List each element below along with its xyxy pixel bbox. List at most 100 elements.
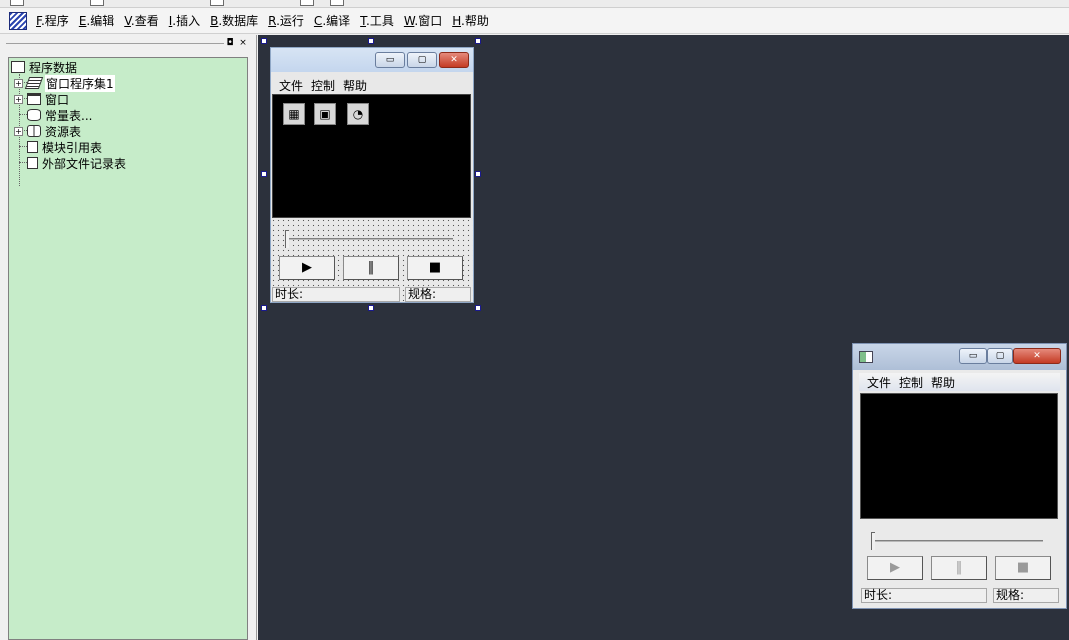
menu-label: .编译 <box>322 13 351 28</box>
player-video-area[interactable] <box>860 393 1058 519</box>
seek-slider-thumb[interactable] <box>285 230 289 248</box>
resize-handle[interactable] <box>261 305 267 311</box>
player-menu-control[interactable]: 控制 <box>895 374 927 391</box>
project-panel: ◘ × 程序数据 + 窗口程序集1 + 窗口 常量表... + 资源表 模块引用… <box>0 35 257 640</box>
tree-item-constants[interactable]: 常量表... <box>27 107 92 123</box>
tree-root[interactable]: 程序数据 <box>11 59 77 75</box>
player-window[interactable]: ▭ ▢ ✕ 文件 控制 帮助 ▶ ‖ ■ 时长: 规格: <box>852 343 1067 609</box>
player-spec-label: 规格: <box>993 588 1059 603</box>
ide-window: F.程序 E.编辑 V.查看 I.插入 B.数据库 R.运行 C.编译 T.工具… <box>0 0 1069 640</box>
resize-handle[interactable] <box>261 171 267 177</box>
close-icon[interactable]: ✕ <box>439 52 469 68</box>
toolbar-icon[interactable] <box>330 0 344 6</box>
minimize-icon[interactable]: ▭ <box>375 52 405 68</box>
menu-window[interactable]: W.窗口 <box>399 8 447 34</box>
resize-handle[interactable] <box>261 38 267 44</box>
minimize-icon[interactable]: ▭ <box>959 348 987 364</box>
tree-item-label: 窗口 <box>45 92 70 107</box>
maximize-icon[interactable]: ▢ <box>407 52 437 68</box>
form-menu-file[interactable]: 文件 <box>275 77 307 94</box>
tree-item-modules[interactable]: 模块引用表 <box>27 139 102 155</box>
menu-label: .插入 <box>172 13 201 28</box>
file-icon <box>27 157 38 169</box>
menu-view[interactable]: V.查看 <box>119 8 164 34</box>
resize-handle[interactable] <box>475 305 481 311</box>
player-play-button[interactable]: ▶ <box>867 556 923 580</box>
tree-item-label: 模块引用表 <box>42 140 103 155</box>
toolbar-icon[interactable] <box>90 0 104 6</box>
form-menu-help[interactable]: 帮助 <box>339 77 371 94</box>
expand-icon[interactable]: + <box>14 94 23 104</box>
tree-item-label: 外部文件记录表 <box>42 156 127 171</box>
play-button[interactable]: ▶ <box>279 256 335 280</box>
player-duration-label: 时长: <box>861 588 987 603</box>
calendar-component-icon[interactable]: ▦ <box>283 103 305 125</box>
tree-item-external-files[interactable]: 外部文件记录表 <box>27 155 126 171</box>
menu-tools[interactable]: T.工具 <box>355 8 399 34</box>
tree-item-window[interactable]: + 窗口 <box>14 91 69 107</box>
tree-item-window-set[interactable]: + 窗口程序集1 <box>14 74 115 92</box>
menu-label: .工具 <box>366 13 394 28</box>
player-seek-thumb[interactable] <box>871 532 875 550</box>
toolbar-icon[interactable] <box>300 0 314 6</box>
menu-key: R <box>268 13 277 28</box>
menubar: F.程序 E.编辑 V.查看 I.插入 B.数据库 R.运行 C.编译 T.工具… <box>0 8 1069 34</box>
tree-root-label: 程序数据 <box>29 60 78 75</box>
video-area[interactable]: ▦ ▣ ◔ <box>272 94 471 218</box>
pin-icon[interactable]: ◘ <box>225 38 235 48</box>
menu-edit[interactable]: E.编辑 <box>74 8 119 34</box>
app-window-icon <box>859 351 873 363</box>
resize-handle[interactable] <box>368 305 374 311</box>
resize-handle[interactable] <box>368 38 374 44</box>
menu-compile[interactable]: C.编译 <box>309 8 355 34</box>
app-logo-icon <box>9 11 27 30</box>
player-menu-help[interactable]: 帮助 <box>927 374 959 391</box>
form-menu-control[interactable]: 控制 <box>307 77 339 94</box>
menu-key: W <box>403 13 415 28</box>
tree-item-resources[interactable]: + 资源表 <box>14 123 81 139</box>
panel-grip[interactable] <box>6 43 224 44</box>
menu-label: .编辑 <box>86 13 115 28</box>
tree-item-label: 窗口程序集1 <box>45 74 115 92</box>
menu-label: .窗口 <box>414 13 443 28</box>
maximize-icon[interactable]: ▢ <box>987 348 1013 364</box>
window-icon <box>27 93 41 105</box>
player-menu-file[interactable]: 文件 <box>863 374 895 391</box>
pause-button[interactable]: ‖ <box>343 256 399 280</box>
menu-database[interactable]: B.数据库 <box>205 8 263 34</box>
player-stop-button[interactable]: ■ <box>995 556 1051 580</box>
menu-key: H <box>452 13 462 28</box>
menu-run[interactable]: R.运行 <box>263 8 309 34</box>
expand-icon[interactable]: + <box>14 78 23 88</box>
resource-icon <box>27 125 41 137</box>
toolbar-icon[interactable] <box>10 0 24 6</box>
project-tree: 程序数据 + 窗口程序集1 + 窗口 常量表... + 资源表 模块引用表 外部… <box>8 57 248 640</box>
menu-label: .数据库 <box>218 13 259 28</box>
player-titlebar[interactable]: ▭ ▢ ✕ <box>853 344 1066 370</box>
close-icon[interactable]: ✕ <box>1013 348 1061 364</box>
data-component-icon[interactable]: ▣ <box>314 103 336 125</box>
form-menu: 文件 控制 帮助 <box>271 76 473 94</box>
menu-key: V <box>124 13 131 28</box>
menu-help[interactable]: H.帮助 <box>447 8 494 34</box>
expand-icon[interactable]: + <box>14 126 23 136</box>
toolbar-icon[interactable] <box>210 0 224 6</box>
stop-button[interactable]: ■ <box>407 256 463 280</box>
form-titlebar[interactable]: ▭ ▢ ✕ <box>271 48 473 72</box>
menu-label: .查看 <box>130 13 159 28</box>
seek-slider-track[interactable] <box>285 238 453 240</box>
menu-label: .程序 <box>40 13 69 28</box>
resize-handle[interactable] <box>475 38 481 44</box>
resize-handle[interactable] <box>475 171 481 177</box>
constant-icon <box>27 109 41 121</box>
timer-component-icon[interactable]: ◔ <box>347 103 369 125</box>
close-icon[interactable]: × <box>238 38 248 48</box>
player-menu: 文件 控制 帮助 <box>859 373 1060 391</box>
player-seek-track[interactable] <box>871 540 1043 542</box>
tree-item-label: 资源表 <box>45 124 82 139</box>
menu-insert[interactable]: I.插入 <box>164 8 205 34</box>
panel-header: ◘ × <box>4 37 252 49</box>
design-form[interactable]: ▭ ▢ ✕ 文件 控制 帮助 ▦ ▣ ◔ ▶ ‖ ■ 时长: 规格: <box>270 47 474 303</box>
menu-program[interactable]: F.程序 <box>31 8 74 34</box>
player-pause-button[interactable]: ‖ <box>931 556 987 580</box>
